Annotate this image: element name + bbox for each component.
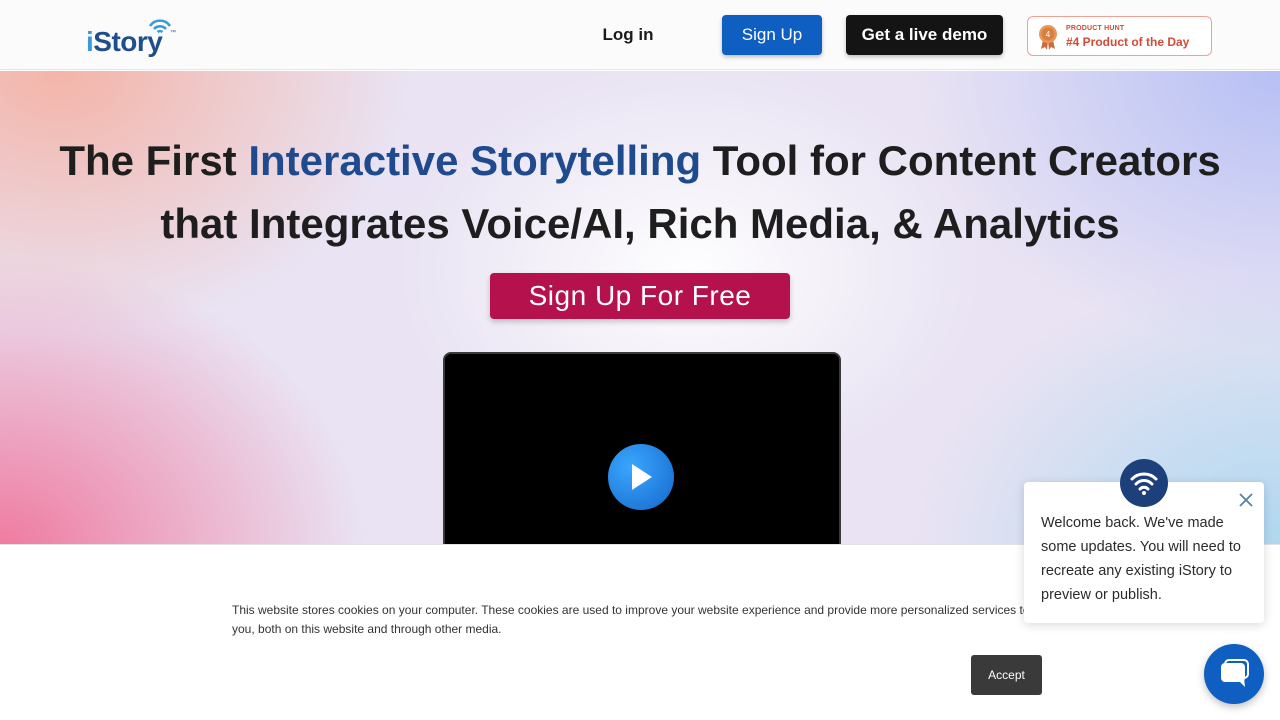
login-link[interactable]: Log in xyxy=(586,22,670,48)
chat-avatar xyxy=(1120,459,1168,507)
product-hunt-rank: #4 Product of the Day xyxy=(1066,35,1190,49)
product-hunt-label: PRODUCT HUNT xyxy=(1066,25,1125,32)
chat-message: Welcome back. We've made some updates. Y… xyxy=(1041,515,1241,603)
play-button[interactable] xyxy=(608,444,674,510)
logo-text: iStory xyxy=(86,26,163,57)
svg-text:4: 4 xyxy=(1046,30,1051,39)
logo-trademark: ™ xyxy=(170,30,176,36)
hero-section: The First Interactive Storytelling Tool … xyxy=(0,71,1280,544)
close-icon[interactable] xyxy=(1236,490,1256,510)
live-demo-button[interactable]: Get a live demo xyxy=(846,15,1003,55)
wifi-waves-icon xyxy=(1130,472,1158,495)
istory-logo[interactable]: iStory ™ xyxy=(84,12,184,58)
product-hunt-badge[interactable]: 4 PRODUCT HUNT #4 Product of the Day xyxy=(1027,16,1212,56)
hero-title: The First Interactive Storytelling Tool … xyxy=(59,137,1221,247)
signup-button[interactable]: Sign Up xyxy=(722,15,822,55)
play-icon xyxy=(632,464,652,490)
signup-free-button[interactable]: Sign Up For Free xyxy=(490,273,790,319)
cookie-text: This website stores cookies on your comp… xyxy=(232,603,1030,636)
chat-launcher-button[interactable] xyxy=(1204,644,1264,704)
accept-cookies-button[interactable]: Accept xyxy=(971,655,1042,695)
video-player[interactable] xyxy=(443,352,841,544)
hero-title-accent: Interactive Storytelling xyxy=(248,137,702,184)
chat-bubble-icon xyxy=(1221,659,1249,687)
medal-icon: 4 xyxy=(1039,25,1057,50)
site-header: iStory ™ Log in Sign Up Get a live demo … xyxy=(0,0,1280,70)
